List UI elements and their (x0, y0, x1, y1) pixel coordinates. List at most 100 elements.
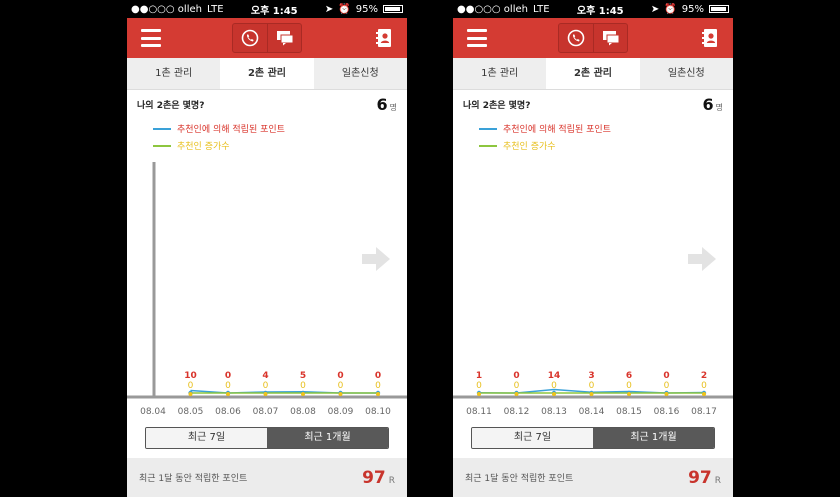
data-point-growth (263, 392, 268, 396)
app-bar (127, 18, 407, 58)
footer-summary: 최근 1달 동안 적립한 포인트 97 R (453, 458, 733, 497)
data-label-points: 4 (262, 371, 268, 381)
x-tick-label: 08.10 (365, 407, 391, 417)
range-toggle: 최근 7일 최근 1개월 (145, 427, 389, 449)
phone-screen-1: ●●○○○ olleh LTE 오후 1:45 ➤ ⏰ 95% 1촌 관리 2촌… (127, 0, 407, 497)
data-label-points: 0 (513, 371, 519, 381)
data-point-growth (552, 392, 556, 396)
x-tick-label: 08.09 (328, 407, 354, 417)
location-icon: ➤ (650, 3, 660, 15)
legend-item-points: 추천인에 의해 적립된 포인트 (479, 120, 707, 137)
range-week-button[interactable]: 최근 7일 (472, 428, 593, 448)
x-tick-label: 08.14 (579, 407, 605, 417)
data-label-growth: 0 (514, 381, 520, 391)
chart-legend: 추천인에 의해 적립된 포인트 추천인 증가수 (453, 118, 733, 156)
clock: 오후 1:45 (576, 5, 624, 17)
data-label-growth: 0 (701, 381, 707, 391)
data-label-growth: 0 (188, 381, 194, 391)
alarm-icon: ⏰ (338, 3, 351, 15)
phone-screen-2: ●●○○○ olleh LTE 오후 1:45 ➤ ⏰ 95% 1촌 관리 2촌… (453, 0, 733, 497)
carrier-label: ●●○○○ olleh (131, 3, 202, 15)
data-point-growth (338, 392, 343, 396)
tab-1chon[interactable]: 1촌 관리 (453, 58, 546, 89)
range-month-button[interactable]: 최근 1개월 (267, 428, 388, 448)
message-button[interactable] (267, 24, 301, 52)
tab-2chon[interactable]: 2촌 관리 (546, 58, 640, 89)
x-tick-label: 08.13 (541, 407, 567, 417)
x-tick-label: 08.07 (253, 407, 279, 417)
data-label-growth: 0 (375, 381, 381, 391)
summary-unit: 명 (389, 102, 397, 112)
phone-icon (567, 29, 585, 47)
range-month-button[interactable]: 최근 1개월 (593, 428, 714, 448)
contact-actions (232, 23, 302, 53)
tab-1chon[interactable]: 1촌 관리 (127, 58, 220, 89)
data-label-points: 3 (588, 371, 594, 381)
network-label: LTE (206, 3, 224, 15)
data-point-growth (226, 392, 230, 396)
next-period-arrow-icon[interactable] (687, 246, 717, 272)
line-chart: 08.11 1 0 08.12 0 0 08.13 14 0 08.14 3 0 08.15 6 0 08.1… (453, 154, 733, 420)
data-label-points: 1 (476, 371, 482, 381)
x-tick-label: 08.16 (654, 407, 680, 417)
footer-unit: R (714, 475, 721, 486)
data-label-points: 0 (375, 371, 381, 381)
footer-label: 최근 1달 동안 적립한 포인트 (139, 474, 248, 484)
legend-label-points: 추천인에 의해 적립된 포인트 (503, 125, 611, 135)
data-label-points: 14 (548, 371, 561, 381)
status-bar: ●●○○○ olleh LTE 오후 1:45 ➤ ⏰ 95% (453, 0, 733, 18)
data-point-growth (477, 392, 481, 396)
menu-icon[interactable] (141, 29, 161, 47)
tab-ilchon-request[interactable]: 일촌신청 (314, 58, 407, 89)
range-week-button[interactable]: 최근 7일 (146, 428, 267, 448)
data-label-points: 10 (184, 371, 197, 381)
data-label-growth: 0 (589, 381, 595, 391)
data-label-growth: 0 (225, 381, 231, 391)
phone-call-button[interactable] (233, 24, 267, 52)
data-point-growth (627, 392, 631, 396)
summary-count: 6 (376, 94, 388, 114)
footer-points: 97 (688, 467, 712, 488)
battery-percent: 95% (681, 3, 704, 15)
address-book-icon (376, 29, 391, 47)
footer-summary: 최근 1달 동안 적립한 포인트 97 R (127, 458, 407, 497)
footer-unit: R (388, 475, 395, 486)
data-label-growth: 0 (626, 381, 632, 391)
chart-svg: 08.111008.120008.1314008.143008.156008.1… (453, 371, 733, 417)
range-toggle: 최근 7일 최근 1개월 (471, 427, 715, 449)
x-tick-label: 08.17 (691, 407, 717, 417)
x-tick-label: 08.12 (504, 407, 530, 417)
x-tick-label: 08.04 (140, 407, 166, 417)
data-point-growth (664, 392, 669, 396)
message-icon (276, 31, 293, 46)
message-button[interactable] (593, 24, 627, 52)
legend-swatch-points (479, 127, 497, 130)
legend-label-growth: 추천인 증가수 (503, 142, 556, 152)
footer-points: 97 (362, 467, 386, 488)
phone-call-button[interactable] (559, 24, 593, 52)
legend-label-points: 추천인에 의해 적립된 포인트 (177, 125, 285, 135)
data-label-growth: 0 (300, 381, 306, 391)
legend-label-growth: 추천인 증가수 (177, 142, 230, 152)
tab-2chon[interactable]: 2촌 관리 (220, 58, 314, 89)
summary-question: 나의 2촌은 몇명? (463, 100, 531, 111)
next-period-arrow-icon[interactable] (361, 246, 391, 272)
address-book-icon (702, 29, 717, 47)
stage: ●●○○○ olleh LTE 오후 1:45 ➤ ⏰ 95% 1촌 관리 2촌… (0, 0, 840, 497)
data-label-points: 0 (663, 371, 669, 381)
footer-label: 최근 1달 동안 적립한 포인트 (465, 474, 574, 484)
menu-icon[interactable] (467, 29, 487, 47)
data-label-points: 0 (225, 371, 231, 381)
data-label-growth: 0 (263, 381, 269, 391)
tab-ilchon-request[interactable]: 일촌신청 (640, 58, 733, 89)
address-book-button[interactable] (375, 28, 393, 52)
data-label-growth: 0 (551, 381, 557, 391)
legend-item-growth: 추천인 증가수 (153, 137, 381, 154)
network-label: LTE (532, 3, 550, 15)
data-label-growth: 0 (664, 381, 670, 391)
status-bar: ●●○○○ olleh LTE 오후 1:45 ➤ ⏰ 95% (127, 0, 407, 18)
location-icon: ➤ (324, 3, 334, 15)
battery-icon (382, 5, 403, 13)
data-point-growth (702, 392, 706, 396)
address-book-button[interactable] (701, 28, 719, 52)
